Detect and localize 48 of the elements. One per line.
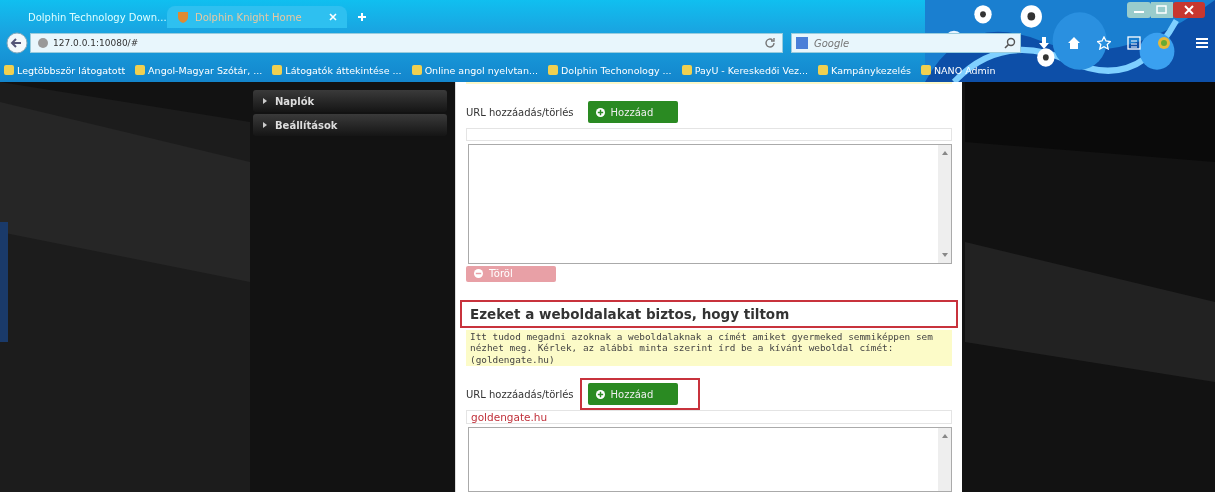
url-list-area[interactable] — [468, 427, 952, 492]
minus-circle-icon — [474, 269, 483, 279]
bookmark-icon — [411, 65, 422, 75]
plus-icon[interactable] — [357, 12, 367, 22]
bookmark[interactable]: Legtöbbször látogatott — [4, 64, 126, 76]
bookmark[interactable]: PayU - Kereskedői Vez... — [681, 64, 809, 76]
section-heading: Ezeket a weboldalakat biztos, hogy tiltom — [460, 299, 958, 328]
bookmark[interactable]: Online angol nyelvtan... — [411, 64, 539, 76]
bookmark-icon — [4, 65, 14, 75]
plus-circle-icon — [595, 389, 605, 399]
url-text: 127.0.0.1:10080/# — [53, 38, 140, 48]
bookmark-icon — [681, 65, 692, 75]
bookmark[interactable]: Kampánykezelés — [818, 64, 911, 76]
browser-tab[interactable]: Dolphin Technology Down... — [12, 6, 167, 28]
bookmark-icon — [548, 65, 559, 75]
plus-circle-icon — [595, 107, 605, 117]
url-input[interactable] — [466, 128, 952, 142]
search-engine-icon — [796, 37, 808, 49]
scroll-up-icon[interactable] — [941, 151, 948, 156]
back-icon[interactable] — [6, 32, 28, 54]
shield-icon — [177, 11, 189, 23]
url-label: URL hozzáadás/törlés — [466, 388, 574, 400]
caret-icon — [263, 98, 267, 104]
add-button[interactable]: Hozzáad — [587, 101, 678, 124]
tab-title: Dolphin Knight Home — [195, 11, 303, 23]
scroll-up-icon[interactable] — [941, 434, 948, 439]
url-entry[interactable]: goldengate.hu — [471, 411, 548, 424]
scrollbar[interactable] — [938, 145, 951, 264]
url-input[interactable]: goldengate.hu — [466, 410, 952, 425]
bookmark-icon — [272, 65, 283, 75]
bookmark-icon — [135, 65, 146, 75]
sidebar-item[interactable]: Naplók — [253, 90, 447, 112]
tab-title: Dolphin Technology Down... — [28, 11, 167, 23]
address-bar[interactable]: 127.0.0.1:10080/# — [30, 33, 783, 53]
url-list-area[interactable] — [468, 144, 952, 265]
reload-icon[interactable] — [764, 37, 776, 49]
close-icon[interactable] — [329, 13, 337, 21]
bookmark-icon — [818, 65, 829, 75]
bookmark[interactable]: Látogatók áttekintése ... — [272, 64, 402, 76]
bookmark[interactable]: Angol-Magyar Szótár, ... — [135, 64, 263, 76]
scroll-down-icon[interactable] — [941, 253, 948, 258]
bookmark[interactable]: Dolphin Techonology ... — [548, 64, 672, 76]
url-label: URL hozzáadás/törlés — [466, 106, 574, 118]
info-note: Itt tudod megadni azoknak a weboldalaknak a címét amiket gyermeked semmiképpen sem nézhet meg. Kérlek, az alábbi minta szerint írd be a kívánt weboldal címét: (goldengate.hu) — [466, 329, 952, 367]
sidebar-item[interactable]: Beállítások — [253, 114, 447, 136]
caret-icon — [263, 122, 267, 128]
scrollbar[interactable] — [938, 428, 951, 491]
add-button[interactable]: Hozzáad — [587, 383, 678, 406]
